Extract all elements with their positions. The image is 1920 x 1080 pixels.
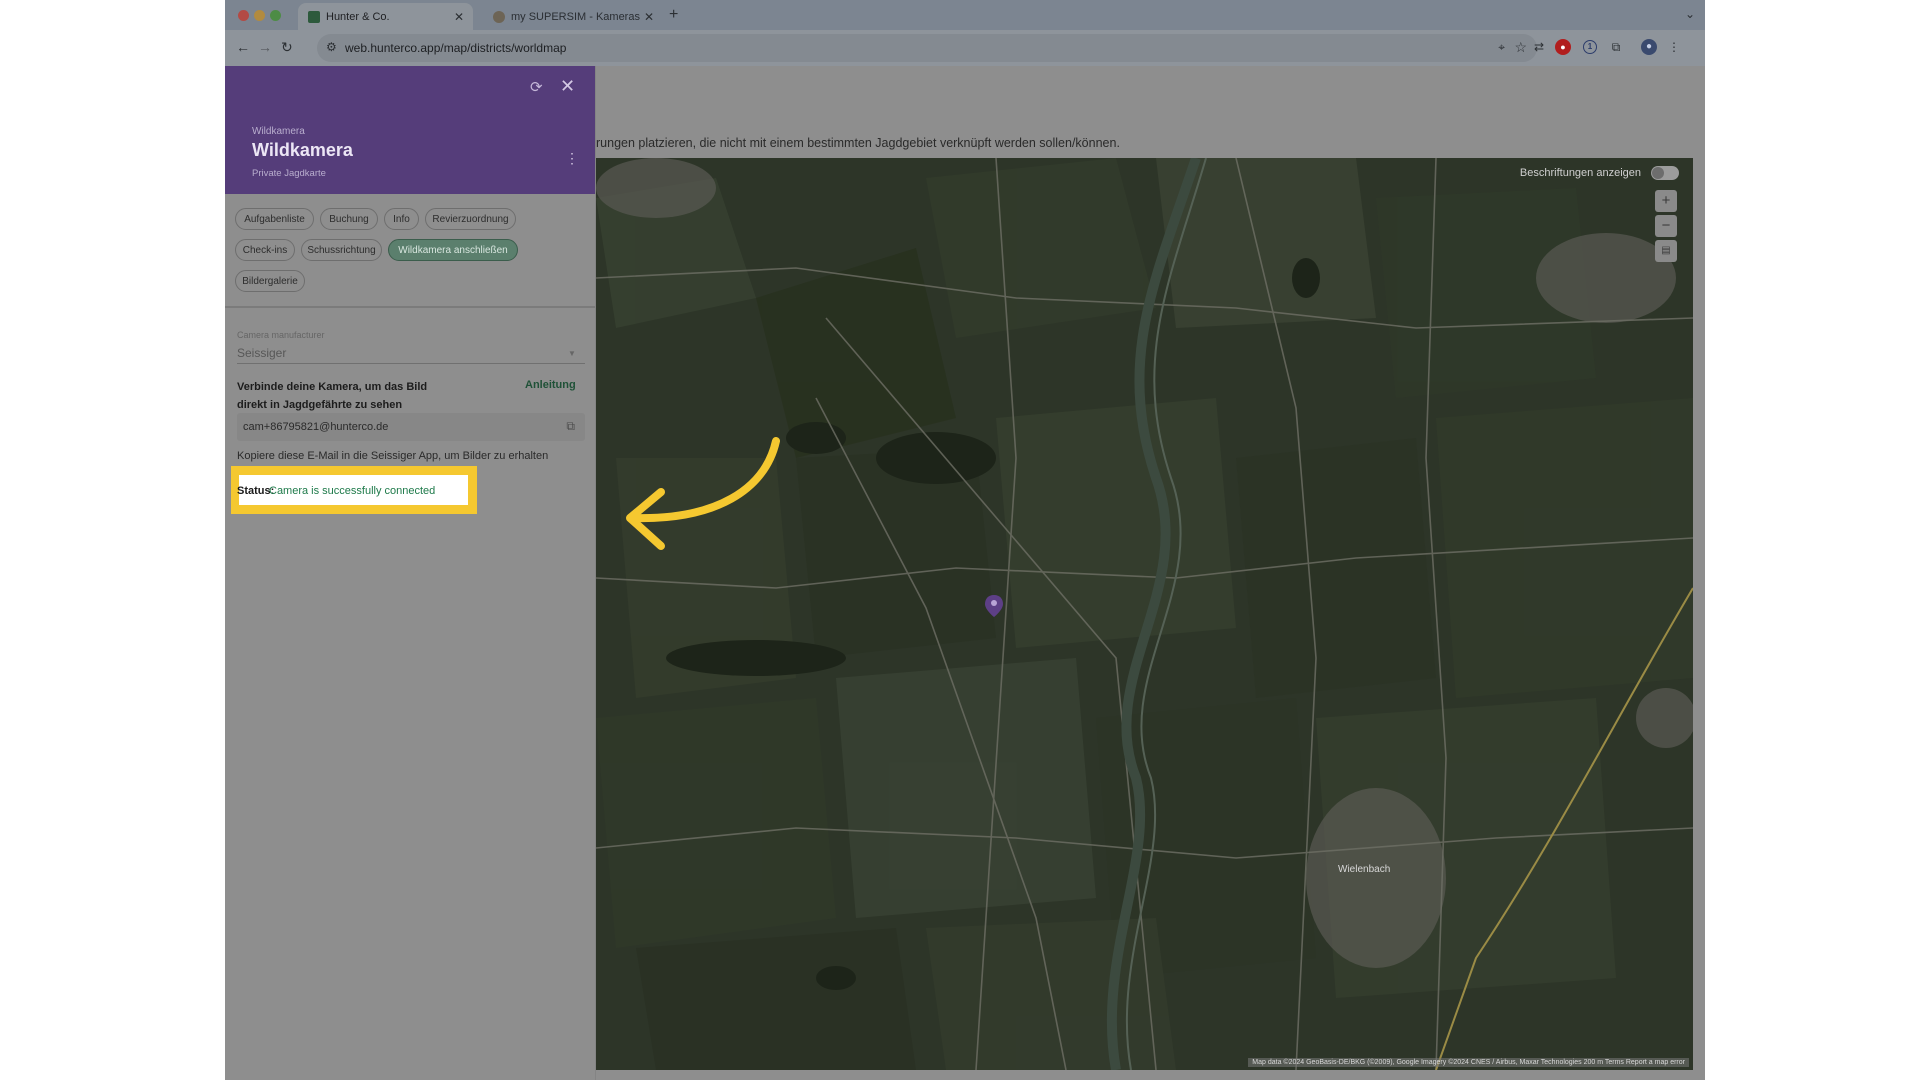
- maximize-window-button[interactable]: [270, 10, 281, 21]
- close-tab-icon[interactable]: ✕: [451, 10, 467, 24]
- chip-wildkamera-anschliessen[interactable]: Wildkamera anschließen: [388, 239, 518, 261]
- forward-arrow-icon[interactable]: →: [258, 39, 272, 55]
- tab-search-chevron-icon[interactable]: ⌄: [1685, 7, 1695, 21]
- camera-email-field[interactable]: cam+86795821@hunterco.de ⧉: [237, 413, 585, 441]
- close-window-button[interactable]: [238, 10, 249, 21]
- panel-subtitle: Private Jagdkarte: [252, 168, 326, 179]
- satellite-map[interactable]: Beschriftungen anzeigen + − ▤ Map data ©…: [596, 158, 1693, 1070]
- reload-icon[interactable]: ↻: [281, 39, 293, 56]
- red-extension-icon[interactable]: ●: [1555, 39, 1571, 55]
- location-pin-icon[interactable]: ⌖: [1498, 40, 1505, 55]
- minimize-window-button[interactable]: [254, 10, 265, 21]
- tab-supersim[interactable]: my SUPERSIM - Kameras ✕: [483, 3, 663, 30]
- hunterco-favicon-icon: [308, 10, 320, 23]
- browser-toolbar: ← → ↻ ⚙ web.hunterco.app/map/districts/w…: [225, 30, 1705, 66]
- sync-icon[interactable]: ⟳: [530, 78, 543, 96]
- close-icon[interactable]: ✕: [560, 76, 575, 97]
- password-manager-extension-icon[interactable]: 1: [1583, 40, 1597, 54]
- zoom-in-button[interactable]: +: [1655, 190, 1677, 212]
- close-tab-icon[interactable]: ✕: [641, 10, 657, 24]
- manufacturer-label: Camera manufacturer: [237, 330, 325, 340]
- copy-hint: Kopiere diese E-Mail in die Seissiger Ap…: [237, 450, 549, 462]
- labels-toggle-label: Beschriftungen anzeigen: [1519, 167, 1641, 179]
- browser-window: Hunter & Co. ✕ my SUPERSIM - Kameras ✕ +…: [225, 0, 1705, 1080]
- panel-title: Wildkamera: [252, 140, 353, 160]
- translate-extension-icon[interactable]: ⇄: [1531, 39, 1547, 55]
- map-attribution: Map data ©2024 GeoBasis-DE/BKG (©2009), …: [1248, 1058, 1689, 1067]
- map-place-label: Wielenbach: [1338, 864, 1391, 875]
- status-value: Camera is successfully connected: [269, 485, 436, 497]
- site-settings-icon[interactable]: ⚙: [326, 40, 337, 54]
- chip-buchung[interactable]: Buchung: [320, 208, 378, 230]
- map-imagery: [596, 158, 1693, 1070]
- bookmark-star-icon[interactable]: ☆: [1514, 39, 1527, 56]
- connect-instructions: Verbinde deine Kamera, um das Bild direk…: [237, 381, 428, 411]
- address-bar[interactable]: ⚙ web.hunterco.app/map/districts/worldma…: [317, 34, 1537, 62]
- camera-side-panel: ⟳ ✕ Wildkamera Wildkamera Private Jagdka…: [225, 66, 596, 1080]
- supersim-favicon-icon: [493, 10, 505, 23]
- manufacturer-select[interactable]: Seissiger: [237, 346, 286, 360]
- intro-text: rungen platzieren, die nicht mit einem b…: [596, 136, 1120, 150]
- page-content: rungen platzieren, die nicht mit einem b…: [225, 66, 1705, 1080]
- tab-hunter-co[interactable]: Hunter & Co. ✕: [298, 3, 473, 30]
- tab-title: Hunter & Co.: [326, 10, 390, 23]
- section-divider: [225, 306, 595, 308]
- panel-overline: Wildkamera: [252, 126, 305, 137]
- profile-avatar-icon[interactable]: ●: [1641, 39, 1657, 55]
- zoom-out-button[interactable]: −: [1655, 215, 1677, 237]
- chip-revierzuordnung[interactable]: Revierzuordnung: [425, 208, 516, 230]
- browser-menu-icon[interactable]: ⋮: [1666, 39, 1682, 55]
- url-text[interactable]: web.hunterco.app/map/districts/worldmap: [345, 41, 566, 55]
- chip-aufgabenliste[interactable]: Aufgabenliste: [235, 208, 314, 230]
- copy-icon[interactable]: ⧉: [566, 419, 575, 434]
- tab-title: my SUPERSIM - Kameras: [511, 10, 640, 23]
- chip-bildergalerie[interactable]: Bildergalerie: [235, 270, 305, 292]
- chip-schussrichtung[interactable]: Schussrichtung: [301, 239, 382, 261]
- panel-header: ⟳ ✕ Wildkamera Wildkamera Private Jagdka…: [225, 66, 595, 194]
- new-tab-icon[interactable]: +: [669, 6, 678, 24]
- labels-toggle[interactable]: [1651, 166, 1679, 180]
- chip-check-ins[interactable]: Check-ins: [235, 239, 295, 261]
- more-options-icon[interactable]: ⋮: [565, 150, 579, 167]
- dropdown-caret-icon[interactable]: ▼: [568, 349, 576, 358]
- guide-link[interactable]: Anleitung: [525, 379, 576, 391]
- tab-strip: Hunter & Co. ✕ my SUPERSIM - Kameras ✕ +…: [225, 0, 1705, 30]
- extensions-puzzle-icon[interactable]: ⧉: [1608, 39, 1624, 55]
- map-layers-icon[interactable]: ▤: [1655, 240, 1677, 262]
- back-arrow-icon[interactable]: ←: [236, 39, 250, 55]
- select-underline: [237, 363, 585, 364]
- camera-email-value: cam+86795821@hunterco.de: [243, 421, 389, 433]
- chip-info[interactable]: Info: [384, 208, 419, 230]
